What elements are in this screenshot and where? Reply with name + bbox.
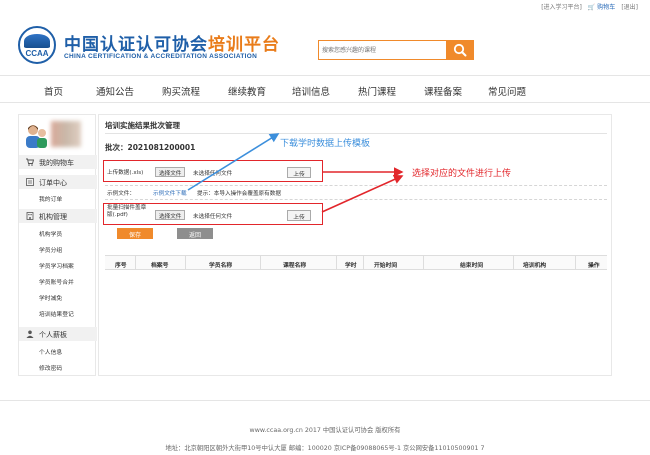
brand-title: 中国认证认可协会培训平台: [64, 30, 280, 55]
sidebar-item-learning-records[interactable]: 学员学习档案: [39, 261, 74, 270]
choose-stamp-file-button[interactable]: 选择文件: [155, 210, 186, 220]
save-button[interactable]: 保存: [117, 228, 153, 239]
blurred-user-photo: [51, 121, 81, 147]
nav-home[interactable]: 首页: [44, 84, 63, 98]
footer-address: 地址：北京朝阳区朝外大街甲10号中认大厦 邮编：100020 京ICP备0908…: [165, 445, 485, 452]
cart-icon: 🛒: [587, 4, 596, 11]
logo-text: CCAA: [25, 49, 49, 58]
sidebar: 我的购物车 订单中心 我的订单 机构管理 机构学员 学员分组 学员学习档案 学员…: [18, 114, 97, 376]
nav-course-filing[interactable]: 课程备案: [424, 84, 462, 98]
nav-notices[interactable]: 通知公告: [96, 84, 134, 98]
column-header-action: 操作: [588, 263, 600, 269]
brand-title-main: 中国认证认可协会: [64, 35, 208, 55]
cart-link[interactable]: 🛒 购物车: [588, 2, 615, 11]
cart-icon: [26, 158, 35, 166]
sidebar-section-org[interactable]: 机构管理: [19, 209, 97, 223]
column-header-course: 课程名称: [283, 263, 307, 269]
user-avatar-icon: [26, 125, 47, 148]
row-divider: [105, 199, 607, 200]
upload-stamp-button[interactable]: 上传: [287, 210, 311, 221]
main-panel: 培训实施结果批次管理 批次：2021081200001 上传数据(.xls) 选…: [98, 114, 612, 376]
sidebar-section-personal[interactable]: 个人薪板: [19, 327, 97, 341]
sidebar-section-label: 订单中心: [39, 179, 67, 187]
sidebar-section-cart[interactable]: 我的购物车: [19, 155, 97, 169]
no-file-text: 未选择任何文件: [193, 171, 233, 177]
top-links: [进入学习平台] 🛒 购物车 [退出]: [541, 2, 638, 11]
building-icon: [26, 212, 34, 220]
title-divider: [105, 133, 607, 134]
nav-continuing-education[interactable]: 继续教育: [228, 84, 266, 98]
column-divider: [185, 256, 186, 269]
column-header-hours: 学时: [345, 263, 357, 269]
avatar: [25, 119, 89, 149]
sidebar-item-student-groups[interactable]: 学员分组: [39, 245, 62, 254]
ccaa-logo[interactable]: CCAA: [18, 26, 56, 64]
column-divider: [336, 256, 337, 269]
stamp-scan-label-line1: 批量扫描件盖章: [107, 205, 147, 211]
footer-copyright: www.ccaa.org.cn 2017 中国认证认可协会 版权所有: [249, 427, 401, 434]
column-header-file-no: 档案号: [151, 263, 169, 269]
cart-label: 购物车: [597, 4, 616, 11]
column-divider: [513, 256, 514, 269]
site-header: CCAA 中国认证认可协会培训平台 CHINA CERTIFICATION & …: [0, 18, 650, 70]
nav-purchase-flow[interactable]: 购买流程: [162, 84, 200, 98]
row-divider: [105, 185, 607, 186]
search-icon: [453, 43, 467, 57]
column-divider: [363, 256, 364, 269]
sample-file-download-link[interactable]: 示例文件下载: [153, 189, 187, 197]
stamp-scan-label-line2: 版(.pdf): [107, 212, 128, 218]
choose-file-button[interactable]: 选择文件: [155, 167, 186, 177]
column-header-start-time: 开始时间: [374, 263, 398, 269]
search-box: [318, 40, 474, 60]
sidebar-item-hour-reduction[interactable]: 学时减免: [39, 293, 62, 302]
back-button[interactable]: 返回: [177, 228, 213, 239]
annotation-select-file: 选择对应的文件进行上传: [412, 169, 512, 179]
column-divider: [260, 256, 261, 269]
main-nav: 首页 通知公告 购买流程 继续教育 培训信息 热门课程 课程备案 常见问题: [0, 75, 650, 103]
annotation-download-template: 下载学时数据上传模板: [280, 139, 371, 149]
column-header-end-time: 结束时间: [460, 263, 484, 269]
column-divider: [423, 256, 424, 269]
upload-data-button[interactable]: 上传: [287, 167, 311, 178]
page-title: 培训实施结果批次管理: [105, 121, 180, 130]
enter-learning-link[interactable]: [进入学习平台]: [541, 2, 582, 11]
search-button[interactable]: [446, 40, 474, 60]
column-header-student: 学员名称: [209, 263, 233, 269]
column-header-org: 培训机构: [523, 263, 547, 269]
logout-link[interactable]: [退出]: [621, 2, 638, 11]
sidebar-item-account-merge[interactable]: 学员账号合并: [39, 277, 74, 286]
upload-data-label: 上传数据(.xls): [107, 170, 144, 176]
sidebar-section-label: 我的购物车: [39, 159, 74, 167]
no-stamp-file-text: 未选择任何文件: [193, 214, 233, 220]
person-icon: [26, 330, 34, 338]
list-icon: [26, 178, 34, 186]
logo-emblem: [24, 34, 50, 48]
search-input[interactable]: [319, 41, 445, 59]
column-header-index: 序号: [115, 263, 127, 269]
site-footer: www.ccaa.org.cn 2017 中国认证认可协会 版权所有 地址：北京…: [0, 400, 650, 455]
column-divider: [575, 256, 576, 269]
sample-file-label: 示例文件：: [107, 191, 135, 197]
sidebar-section-label: 机构管理: [39, 213, 67, 221]
sidebar-item-personal-info[interactable]: 个人信息: [39, 347, 62, 356]
sidebar-item-org-students[interactable]: 机构学员: [39, 229, 62, 238]
brand-subtitle: CHINA CERTIFICATION & ACCREDITATION ASSO…: [64, 53, 258, 60]
nav-training-info[interactable]: 培训信息: [292, 84, 330, 98]
column-divider: [135, 256, 136, 269]
sidebar-section-label: 个人薪板: [39, 331, 67, 339]
sidebar-item-training-results[interactable]: 培训结果登记: [39, 309, 74, 318]
brand-title-accent: 培训平台: [208, 35, 280, 55]
stamp-scan-label: 批量扫描件盖章 版(.pdf): [107, 205, 146, 219]
sidebar-item-my-orders[interactable]: 我的订单: [39, 194, 62, 203]
batch-number: 批次：2021081200001: [105, 143, 196, 152]
sidebar-item-change-password[interactable]: 修改密码: [39, 363, 62, 372]
overwrite-tip: 提示：本导入操作会覆盖原有数据: [197, 191, 281, 197]
top-bar: [进入学习平台] 🛒 购物车 [退出]: [0, 0, 650, 12]
nav-hot-courses[interactable]: 热门课程: [358, 84, 396, 98]
results-table-header: 序号 档案号 学员名称 课程名称 学时 开始时间 结束时间 培训机构 操作: [105, 255, 607, 270]
nav-faq[interactable]: 常见问题: [488, 84, 526, 98]
sidebar-section-orders[interactable]: 订单中心: [19, 175, 97, 189]
